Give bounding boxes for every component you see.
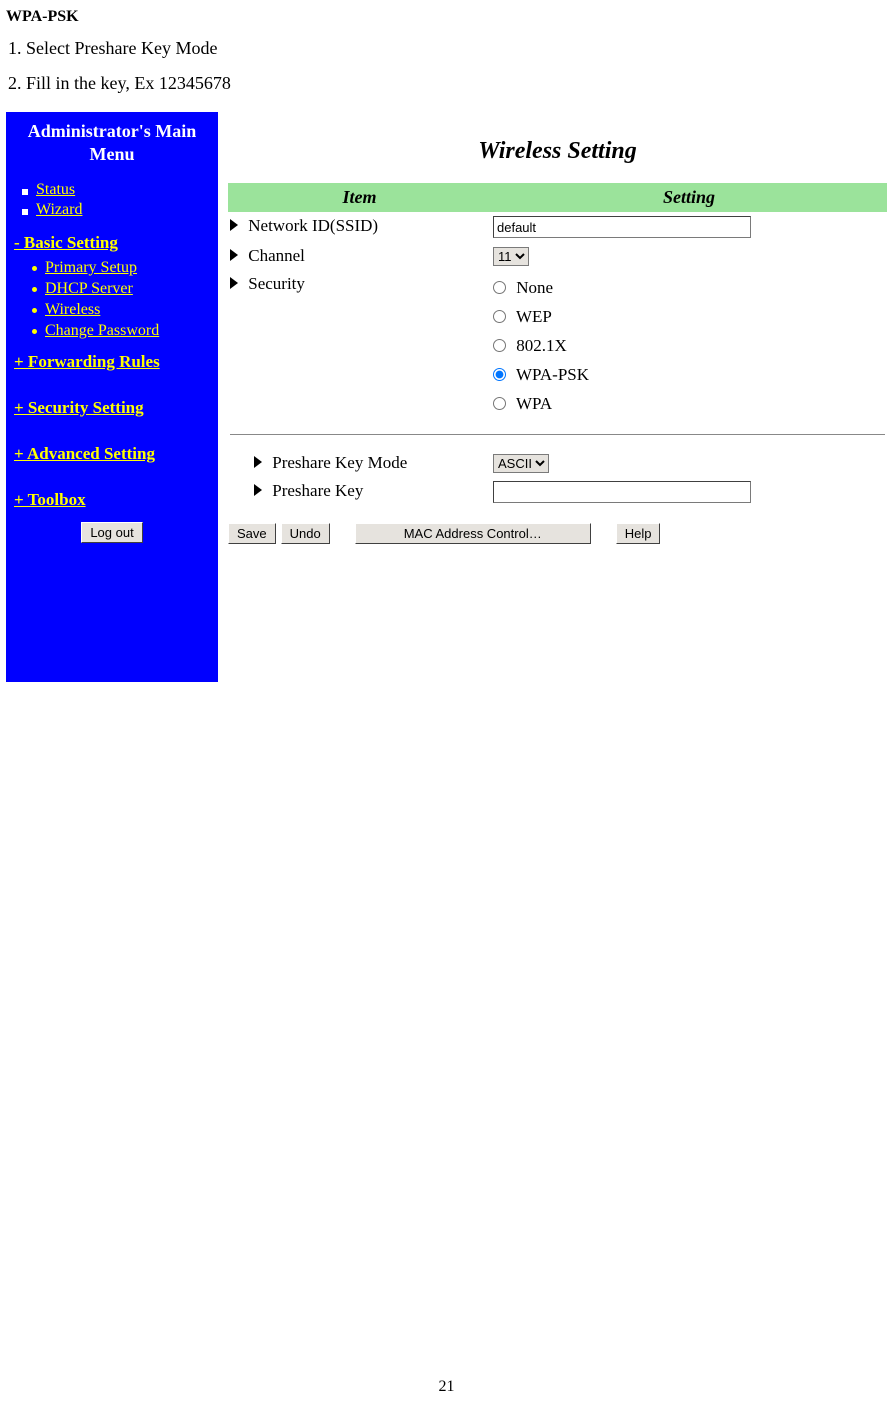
sidebar-link-wireless: Wireless	[45, 301, 100, 319]
security-option-8021x[interactable]: 802.1X	[493, 332, 885, 361]
doc-heading: WPA-PSK	[6, 8, 887, 26]
sidebar-link-wizard: Wizard	[36, 201, 82, 219]
doc-step-2: 2. Fill in the key, Ex 12345678	[8, 73, 887, 94]
triangle-icon	[254, 484, 262, 496]
sidebar-section-advanced[interactable]: + Advanced Setting	[14, 444, 155, 463]
bullet-icon	[32, 329, 37, 334]
radio-wpapsk[interactable]	[493, 368, 506, 381]
divider	[230, 434, 885, 435]
triangle-icon	[230, 277, 238, 289]
row-separator	[228, 422, 887, 449]
security-option-wpa[interactable]: WPA	[493, 390, 885, 419]
bullet-icon	[32, 287, 37, 292]
sidebar-title: Administrator's Main Menu	[14, 120, 210, 165]
row-channel: Channel 11	[228, 242, 887, 270]
header-setting: Setting	[491, 183, 887, 212]
sidebar-item-wireless[interactable]: Wireless	[32, 301, 210, 319]
triangle-icon	[230, 219, 238, 231]
triangle-icon	[230, 249, 238, 261]
undo-button[interactable]: Undo	[281, 523, 330, 544]
radio-label-wep: WEP	[516, 307, 552, 326]
header-item: Item	[228, 183, 491, 212]
radio-label-8021x: 802.1X	[516, 336, 567, 355]
page-title: Wireless Setting	[228, 138, 887, 165]
security-option-wpapsk[interactable]: WPA-PSK	[493, 361, 885, 390]
label-security: Security	[248, 274, 305, 293]
footer: 21	[6, 682, 887, 1402]
sidebar-link-status: Status	[36, 181, 75, 199]
sidebar-item-primary-setup[interactable]: Primary Setup	[32, 259, 210, 277]
preshare-key-input[interactable]	[493, 481, 751, 503]
label-channel: Channel	[248, 246, 305, 265]
security-options: None WEP 802.1X	[493, 274, 885, 418]
bullet-icon	[32, 266, 37, 271]
sidebar-item-change-password[interactable]: Change Password	[32, 322, 210, 340]
table-header: Item Setting	[228, 183, 887, 212]
sidebar-section-toolbox[interactable]: + Toolbox	[14, 490, 86, 509]
page-number: 21	[6, 1378, 887, 1396]
row-preshare-key: Preshare Key	[228, 477, 887, 507]
save-button[interactable]: Save	[228, 523, 276, 544]
sidebar-link-change-password: Change Password	[45, 322, 159, 340]
label-ssid: Network ID(SSID)	[248, 216, 378, 235]
doc-step-1: 1. Select Preshare Key Mode	[8, 38, 887, 59]
radio-wpa[interactable]	[493, 397, 506, 410]
preshare-key-mode-select[interactable]: ASCII	[493, 454, 549, 473]
sidebar-item-status[interactable]: Status	[22, 181, 210, 199]
sidebar-item-wizard[interactable]: Wizard	[22, 201, 210, 219]
logout-button[interactable]: Log out	[81, 522, 142, 543]
ssid-input[interactable]	[493, 216, 751, 238]
settings-table: Item Setting Network ID(SSID) Chan	[228, 183, 887, 507]
row-ssid: Network ID(SSID)	[228, 212, 887, 242]
radio-label-wpapsk: WPA-PSK	[516, 365, 589, 384]
sidebar: Administrator's Main Menu Status Wizard …	[6, 112, 218, 682]
mac-address-control-button[interactable]: MAC Address Control…	[355, 523, 591, 544]
sidebar-link-primary-setup: Primary Setup	[45, 259, 137, 277]
sidebar-section-basic[interactable]: - Basic Setting	[14, 233, 118, 252]
content-pane: Wireless Setting Item Setting Network ID…	[218, 112, 887, 682]
sidebar-section-security[interactable]: + Security Setting	[14, 398, 144, 417]
triangle-icon	[254, 456, 262, 468]
radio-none[interactable]	[493, 281, 506, 294]
sidebar-section-forwarding[interactable]: + Forwarding Rules	[14, 352, 160, 371]
bullet-icon	[32, 308, 37, 313]
row-security: Security None WEP	[228, 270, 887, 422]
sidebar-title-line1: Administrator's Main	[28, 121, 197, 141]
sidebar-title-line2: Menu	[90, 144, 135, 164]
app-screenshot: Administrator's Main Menu Status Wizard …	[6, 112, 887, 682]
radio-label-wpa: WPA	[516, 394, 552, 413]
label-preshare-key-mode: Preshare Key Mode	[272, 453, 407, 472]
help-button[interactable]: Help	[616, 523, 661, 544]
sidebar-item-dhcp-server[interactable]: DHCP Server	[32, 280, 210, 298]
radio-label-none: None	[516, 278, 553, 297]
row-preshare-key-mode: Preshare Key Mode ASCII	[228, 449, 887, 477]
button-row: Save Undo MAC Address Control… Help	[228, 523, 887, 544]
security-option-wep[interactable]: WEP	[493, 303, 885, 332]
security-option-none[interactable]: None	[493, 274, 885, 303]
radio-8021x[interactable]	[493, 339, 506, 352]
sidebar-link-dhcp-server: DHCP Server	[45, 280, 133, 298]
bullet-icon	[22, 189, 28, 195]
channel-select[interactable]: 11	[493, 247, 529, 266]
label-preshare-key: Preshare Key	[272, 481, 363, 500]
bullet-icon	[22, 209, 28, 215]
radio-wep[interactable]	[493, 310, 506, 323]
